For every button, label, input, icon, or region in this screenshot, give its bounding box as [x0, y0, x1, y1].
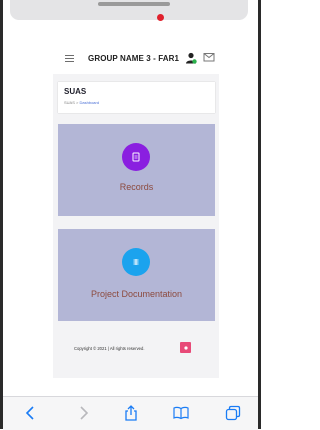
browser-toolbar: [3, 396, 258, 430]
document-icon: [122, 143, 150, 171]
top-navbar: GROUP NAME 3 - FAR1: [53, 44, 219, 74]
url-text: [98, 2, 170, 6]
bookmarks-icon[interactable]: [173, 405, 189, 421]
user-icon[interactable]: [185, 52, 197, 64]
back-icon[interactable]: [23, 405, 39, 421]
copyright-text: Copyright © 2021 | All rights reserved.: [74, 346, 145, 351]
forward-icon[interactable]: [75, 405, 91, 421]
hamburger-menu-icon[interactable]: [65, 55, 74, 62]
breadcrumb-root[interactable]: SUAS: [64, 100, 75, 105]
records-label: Records: [119, 182, 154, 192]
group-name: GROUP NAME 3 - FAR1: [88, 54, 180, 63]
project-documentation-tile[interactable]: Project Documentation: [58, 229, 215, 321]
footer: Copyright © 2021 | All rights reserved.: [53, 330, 219, 370]
breadcrumb-current[interactable]: Dashboard: [80, 100, 100, 105]
breadcrumb-separator: >: [76, 100, 79, 105]
share-icon[interactable]: [123, 405, 139, 421]
tabs-icon[interactable]: [225, 405, 241, 421]
browser-url-bar[interactable]: [10, 0, 248, 20]
breadcrumb: SUAS > Dashboard: [64, 100, 99, 105]
project-documentation-label: Project Documentation: [90, 289, 183, 299]
settings-icon: [183, 345, 188, 350]
records-tile[interactable]: Records: [58, 124, 215, 216]
page-header-card: SUAS SUAS > Dashboard: [58, 82, 215, 113]
list-icon: [122, 248, 150, 276]
mail-icon[interactable]: [203, 52, 217, 64]
scroll-top-button[interactable]: [180, 342, 191, 353]
page-title: SUAS: [64, 87, 87, 96]
notification-badge: [157, 14, 164, 21]
